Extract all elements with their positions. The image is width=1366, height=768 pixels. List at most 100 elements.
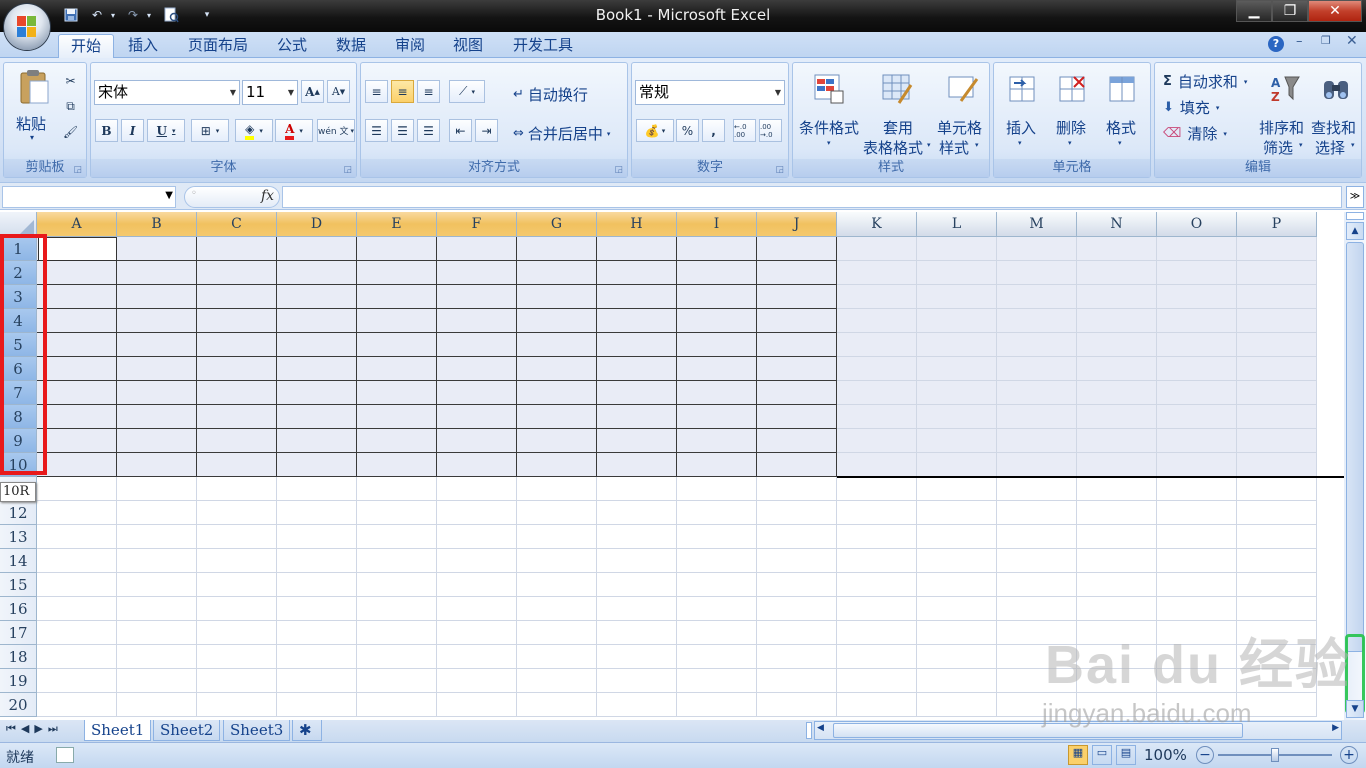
cell[interactable] — [197, 261, 277, 285]
cell[interactable] — [677, 237, 757, 261]
row-header-12[interactable]: 12 — [0, 501, 37, 525]
cell[interactable] — [757, 429, 837, 453]
cell[interactable] — [517, 477, 597, 501]
name-box[interactable]: ▼ — [2, 186, 176, 208]
cell[interactable] — [597, 333, 677, 357]
cell[interactable] — [277, 669, 357, 693]
cell[interactable] — [757, 309, 837, 333]
cell[interactable] — [197, 549, 277, 573]
cell[interactable] — [597, 309, 677, 333]
cell[interactable] — [437, 405, 517, 429]
cell[interactable] — [997, 477, 1077, 501]
cell[interactable] — [1077, 261, 1157, 285]
row-header-13[interactable]: 13 — [0, 525, 37, 549]
font-name-combo[interactable]: 宋体 ▼ — [94, 80, 240, 105]
cell[interactable] — [1237, 597, 1317, 621]
cell[interactable] — [917, 501, 997, 525]
cell[interactable] — [997, 309, 1077, 333]
cell[interactable] — [437, 381, 517, 405]
format-painter-icon[interactable]: 🖌 — [59, 120, 82, 143]
column-header-f[interactable]: F — [437, 212, 517, 237]
cell[interactable] — [437, 501, 517, 525]
cell[interactable] — [437, 357, 517, 381]
cell[interactable] — [517, 549, 597, 573]
cell[interactable] — [517, 669, 597, 693]
cell[interactable] — [517, 237, 597, 261]
cell[interactable] — [1237, 285, 1317, 309]
cell[interactable] — [837, 597, 917, 621]
expand-formula-bar-button[interactable]: ≫ — [1346, 186, 1364, 208]
format-as-table-button[interactable]: 套用 表格格式 ▾ — [863, 69, 935, 157]
cell[interactable] — [1237, 501, 1317, 525]
help-icon[interactable]: ? — [1268, 36, 1284, 52]
cell[interactable] — [117, 573, 197, 597]
cell[interactable] — [837, 621, 917, 645]
italic-button[interactable]: I — [121, 119, 144, 142]
cell[interactable] — [437, 669, 517, 693]
cell[interactable] — [437, 309, 517, 333]
cell[interactable] — [37, 285, 117, 309]
cell[interactable] — [197, 333, 277, 357]
cell[interactable] — [517, 357, 597, 381]
formula-input[interactable] — [282, 186, 1342, 208]
column-header-c[interactable]: C — [197, 212, 277, 237]
cell[interactable] — [757, 477, 837, 501]
cell[interactable] — [117, 429, 197, 453]
page-layout-view-icon[interactable]: ▭ — [1092, 745, 1112, 765]
cell[interactable] — [197, 693, 277, 717]
tab-review[interactable]: 审阅 — [383, 34, 437, 59]
cell[interactable] — [117, 453, 197, 477]
cell[interactable] — [757, 645, 837, 669]
cell[interactable] — [277, 333, 357, 357]
cell[interactable] — [1237, 309, 1317, 333]
cell[interactable] — [357, 549, 437, 573]
cell[interactable] — [277, 693, 357, 717]
cell[interactable] — [437, 477, 517, 501]
cell[interactable] — [117, 261, 197, 285]
cell[interactable] — [1237, 357, 1317, 381]
cell[interactable] — [37, 621, 117, 645]
cell[interactable] — [1157, 309, 1237, 333]
cell[interactable] — [197, 429, 277, 453]
cell[interactable] — [837, 693, 917, 717]
cell[interactable] — [677, 573, 757, 597]
align-left-icon[interactable]: ☰ — [365, 119, 388, 142]
top-align-icon[interactable]: ≡ — [365, 80, 388, 103]
cell[interactable] — [917, 405, 997, 429]
cell[interactable] — [277, 357, 357, 381]
column-header-g[interactable]: G — [517, 212, 597, 237]
cell[interactable] — [1157, 357, 1237, 381]
column-header-d[interactable]: D — [277, 212, 357, 237]
cell[interactable] — [1237, 237, 1317, 261]
cell[interactable] — [1077, 309, 1157, 333]
cell[interactable] — [277, 429, 357, 453]
shrink-font-button[interactable]: A ▼ — [327, 80, 350, 103]
cell[interactable] — [357, 285, 437, 309]
cell[interactable] — [437, 693, 517, 717]
cell[interactable] — [1237, 381, 1317, 405]
cell[interactable] — [197, 357, 277, 381]
cell[interactable] — [597, 669, 677, 693]
cell[interactable] — [357, 525, 437, 549]
cell[interactable] — [757, 621, 837, 645]
number-launcher-icon[interactable]: ◲ — [775, 161, 784, 179]
delete-cells-button[interactable]: 删除 ▾ — [1050, 69, 1094, 157]
cell[interactable] — [1157, 261, 1237, 285]
cell[interactable] — [517, 261, 597, 285]
bottom-align-icon[interactable]: ≡ — [417, 80, 440, 103]
cell[interactable] — [997, 285, 1077, 309]
cell[interactable] — [357, 597, 437, 621]
cell[interactable] — [437, 597, 517, 621]
cell[interactable] — [277, 501, 357, 525]
cell[interactable] — [37, 309, 117, 333]
cell[interactable] — [757, 453, 837, 477]
cell[interactable] — [517, 525, 597, 549]
cell[interactable] — [917, 453, 997, 477]
cell[interactable] — [197, 573, 277, 597]
cell[interactable] — [1157, 381, 1237, 405]
workbook-restore-icon[interactable]: ❐ — [1321, 34, 1331, 47]
print-preview-icon[interactable] — [162, 6, 180, 24]
cell[interactable] — [357, 621, 437, 645]
cell[interactable] — [1077, 525, 1157, 549]
cut-icon[interactable]: ✂ — [59, 69, 82, 92]
